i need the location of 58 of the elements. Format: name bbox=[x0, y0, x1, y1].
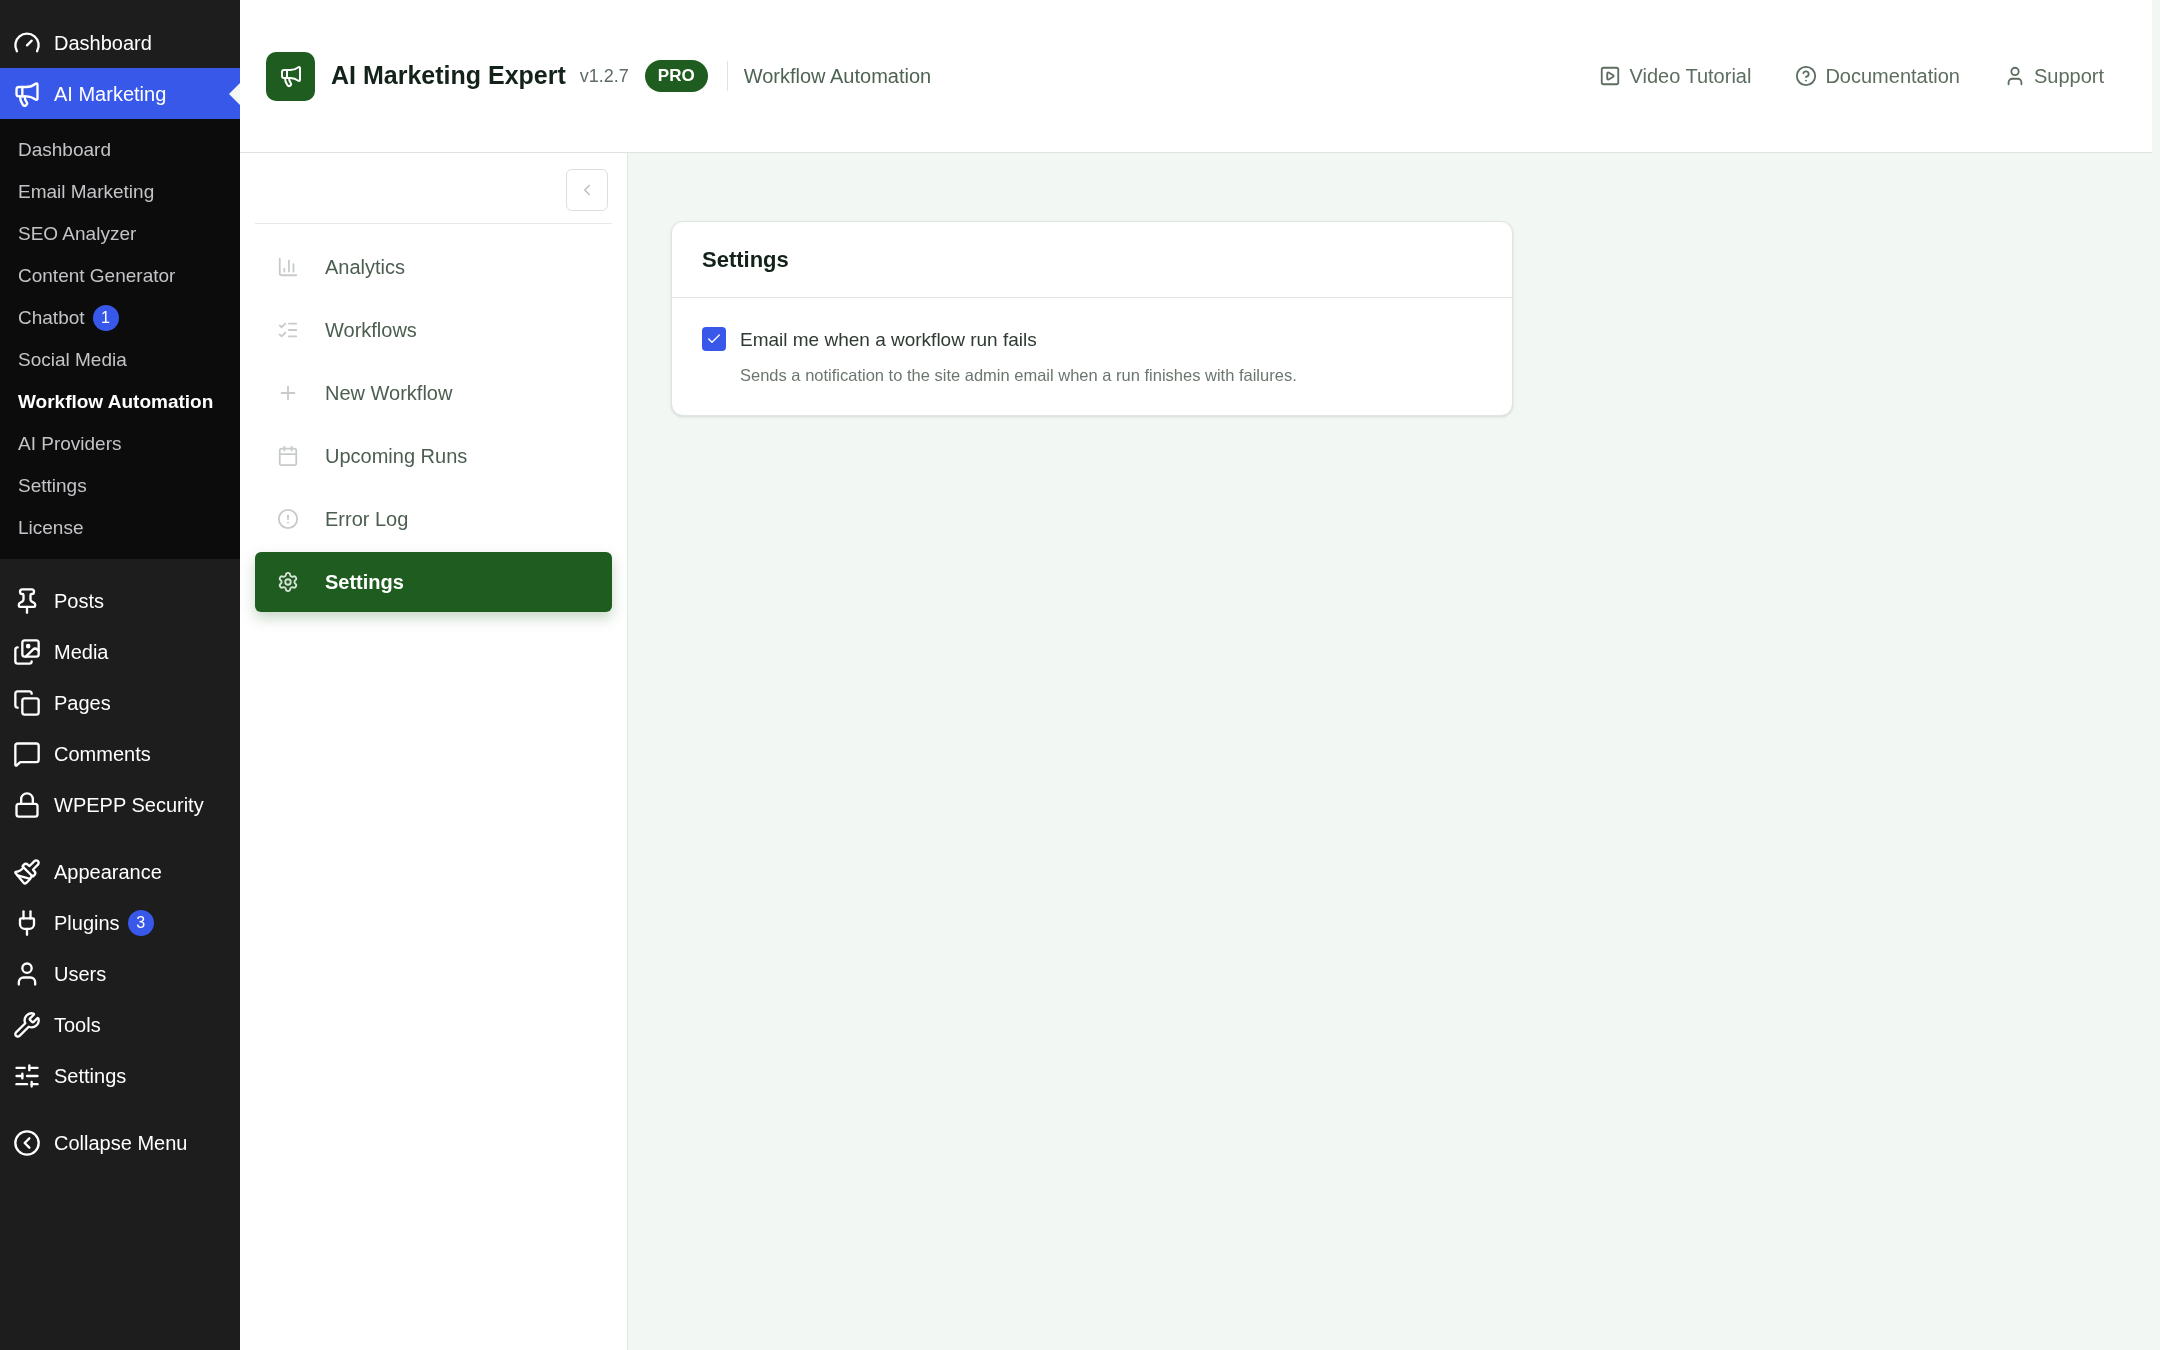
video-icon bbox=[1599, 65, 1622, 87]
submenu-item[interactable]: Social Media bbox=[0, 339, 240, 381]
nav-item[interactable]: Error Log bbox=[255, 489, 612, 549]
header-link[interactable]: Support bbox=[2003, 61, 2104, 91]
app-title: AI Marketing Expert bbox=[331, 60, 566, 92]
option-label: Email me when a workflow run fails bbox=[740, 328, 1038, 352]
lock-icon bbox=[13, 790, 41, 819]
nav-item[interactable]: Settings bbox=[255, 552, 612, 612]
menu-item[interactable]: Tools bbox=[0, 999, 240, 1050]
help-icon bbox=[1795, 65, 1818, 87]
nav-item[interactable]: New Workflow bbox=[255, 363, 612, 423]
pro-badge: PRO bbox=[644, 60, 708, 92]
checkbox[interactable] bbox=[702, 327, 726, 351]
pages-icon bbox=[13, 688, 41, 717]
submenu-item[interactable]: Settings bbox=[0, 465, 240, 507]
nav-item[interactable]: Analytics bbox=[255, 237, 612, 297]
media-icon bbox=[13, 637, 41, 666]
chart-icon bbox=[277, 256, 299, 278]
submenu-item[interactable]: SEO Analyzer bbox=[0, 213, 240, 255]
submenu-item[interactable]: AI Providers bbox=[0, 423, 240, 465]
section-title: Workflow Automation bbox=[743, 64, 932, 89]
menu-item[interactable]: Settings bbox=[0, 1050, 240, 1101]
menu-item[interactable]: Plugins 3 bbox=[0, 897, 240, 948]
logo-icon bbox=[266, 51, 315, 101]
header-link[interactable]: Video Tutorial bbox=[1599, 61, 1752, 91]
submenu-item[interactable]: Dashboard bbox=[0, 129, 240, 171]
menu-item[interactable]: Posts bbox=[0, 575, 240, 626]
submenu-item[interactable]: Email Marketing bbox=[0, 171, 240, 213]
card-title: Settings bbox=[702, 246, 789, 274]
menu-item[interactable]: Pages bbox=[0, 677, 240, 728]
count-badge: 1 bbox=[92, 305, 119, 331]
nav-item[interactable]: Workflows bbox=[255, 300, 612, 360]
alert-icon bbox=[277, 508, 299, 530]
menu-item[interactable]: Appearance bbox=[0, 846, 240, 897]
calendar-icon bbox=[277, 445, 299, 467]
nav-item[interactable]: Upcoming Runs bbox=[255, 426, 612, 486]
menu-item[interactable]: Media bbox=[0, 626, 240, 677]
submenu-item[interactable]: Workflow Automation bbox=[0, 381, 240, 423]
submenu-item[interactable]: Content Generator bbox=[0, 255, 240, 297]
option-description: Sends a notification to the site admin email when a run finishes with failures. bbox=[740, 364, 1297, 386]
version-text: v1.2.7 bbox=[579, 64, 629, 88]
menu-item[interactable]: Dashboard bbox=[0, 17, 240, 68]
collapse-icon bbox=[13, 1128, 41, 1157]
wrench-icon bbox=[13, 1010, 41, 1039]
header-link[interactable]: Documentation bbox=[1795, 61, 1960, 91]
menu-item[interactable]: AI Marketing bbox=[0, 68, 240, 119]
menu-item[interactable]: Collapse Menu bbox=[0, 1117, 240, 1168]
sliders-icon bbox=[13, 1061, 41, 1090]
menu-item[interactable]: Users bbox=[0, 948, 240, 999]
submenu-item[interactable]: Chatbot 1 bbox=[0, 297, 240, 339]
count-badge: 3 bbox=[127, 909, 154, 936]
menu-item[interactable]: Comments bbox=[0, 728, 240, 779]
comment-icon bbox=[13, 739, 41, 768]
megaphone-icon bbox=[13, 79, 41, 108]
settings-icon bbox=[277, 571, 299, 593]
menu-item[interactable]: WPEPP Security bbox=[0, 779, 240, 830]
submenu-item[interactable]: License bbox=[0, 507, 240, 549]
brush-icon bbox=[13, 857, 41, 886]
